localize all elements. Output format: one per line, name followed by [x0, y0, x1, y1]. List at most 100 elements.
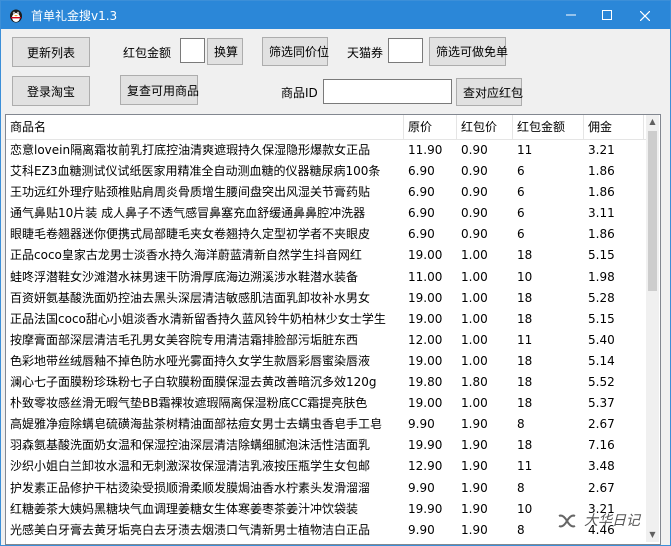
recheck-products-button[interactable]: 复查可用商品 — [120, 75, 199, 105]
cell-redpack-amount: 6 — [517, 185, 525, 200]
table-row[interactable]: 眼睫毛卷翘器迷你便携式局部睫毛夹女卷翘持久定型初学者不夹眼皮 6.90 0.90 6 1… — [6, 224, 646, 245]
close-button[interactable] — [625, 1, 665, 29]
cell-redpack-price: 1.00 — [461, 269, 488, 284]
tmall-coupon-input[interactable] — [388, 38, 423, 63]
table-row[interactable]: 光感美白牙膏去黄牙垢亮白去牙渍去烟渍口气清新男士植物洁白正品 9.90 1.90 8 4… — [6, 520, 646, 541]
column-header-redpack-price[interactable]: 红包价 — [457, 115, 513, 139]
product-id-input[interactable] — [323, 79, 452, 104]
minimize-button[interactable] — [551, 1, 591, 29]
column-header-redpack-amount[interactable]: 红包金额 — [513, 115, 584, 139]
cell-redpack-amount: 18 — [517, 375, 533, 390]
table-row[interactable]: 朴致零妆感丝滑无暇气垫BB霜裸妆遮瑕隔离保湿粉底CC霜提亮肤色 19.00 1.00… — [6, 393, 646, 414]
table-row[interactable]: 红糖姜茶大姨妈黑糖块气血调理姜糖女生体寒姜枣茶姜汁冲饮袋装 19.90 1.90 10… — [6, 499, 646, 520]
cell-commission: 1.98 — [588, 269, 615, 284]
cell-redpack-amount: 18 — [517, 311, 533, 326]
cell-product-name: 百资妍氨基酸洗面奶控油去黑头深层清洁敏感肌洁面乳卸妆补水男女 — [10, 290, 371, 305]
cell-original-price: 19.80 — [408, 375, 443, 390]
minimize-icon — [566, 14, 576, 16]
filter-same-price-button[interactable]: 筛选同价位 — [262, 37, 329, 66]
cell-product-name: 澜心七子面膜粉珍珠粉七子白软膜粉面膜保湿去黄改善暗沉多效120g — [10, 375, 377, 390]
watermark-text: 大华日记 — [584, 513, 640, 529]
table-row[interactable]: 澜心七子面膜粉珍珠粉七子白软膜粉面膜保湿去黄改善暗沉多效120g 19.80 1.8… — [6, 372, 646, 393]
cell-product-name: 高媞雅净痘除螨皂硫磺海盐茶树精油面部祛痘女男士去螨虫香皂手工皂 — [10, 417, 383, 432]
qq-penguin-icon — [10, 9, 22, 23]
table-row[interactable]: 王功远红外理疗贴颈椎贴肩周炎骨质增生腰间盘突出风湿关节膏药贴 6.90 0.90 6 1… — [6, 182, 646, 203]
cell-redpack-amount: 11 — [517, 459, 533, 474]
cell-original-price: 9.90 — [408, 480, 435, 495]
table-row[interactable]: 通气鼻贴10片装 成人鼻子不透气感冒鼻塞充血舒缓通鼻鼻腔冲洗器 6.90 0.90 6… — [6, 203, 646, 224]
cell-original-price: 6.90 — [408, 164, 435, 179]
title-bar[interactable]: 首单礼金搜v1.3 — [1, 1, 670, 29]
convert-button[interactable]: 换算 — [207, 38, 243, 65]
cell-redpack-price: 1.00 — [461, 396, 488, 411]
table-header: 商品名 原价 红包价 红包金额 佣金 — [6, 115, 646, 140]
column-header-original-price[interactable]: 原价 — [404, 115, 457, 139]
cell-original-price: 6.90 — [408, 206, 435, 221]
cell-redpack-price: 0.90 — [461, 164, 488, 179]
cell-product-name: 羽森氨基酸洗面奶女温和保湿控油深层清洁除螨细腻泡沫活性洁面乳 — [10, 438, 371, 453]
cell-redpack-price: 1.90 — [461, 501, 488, 516]
cell-product-name: 恋意lovein隔离霜妆前乳打底控油清爽遮瑕持久保湿隐形爆款女正品 — [10, 143, 371, 157]
cell-original-price: 19.00 — [408, 290, 443, 305]
lookup-redpack-button[interactable]: 查对应红包 — [456, 78, 523, 106]
redpack-amount-label: 红包金额 — [123, 46, 172, 60]
table-row[interactable]: 羽森氨基酸洗面奶女温和保湿控油深层清洁除螨细腻泡沫活性洁面乳 19.90 1.90 1… — [6, 435, 646, 456]
cell-product-name: 色彩地带丝绒唇釉不掉色防水哑光雾面持久女学生款唇彩唇蜜染唇液 — [10, 353, 371, 368]
column-header-name[interactable]: 商品名 — [6, 115, 404, 139]
cell-redpack-amount: 8 — [517, 480, 525, 495]
cell-redpack-amount: 11 — [517, 143, 533, 157]
product-id-label: 商品ID — [281, 86, 318, 100]
cell-redpack-amount: 6 — [517, 206, 525, 221]
cell-product-name: 沙织小姐白兰卸妆水温和无刺激深妆保湿清洁乳液按压瓶学生女包邮 — [10, 459, 371, 474]
table-row[interactable]: 护发素正品修护干枯烫染受损顺滑柔顺发膜焗油香水柠素头发滑溜溜 9.90 1.90 8 2… — [6, 478, 646, 499]
cell-commission: 5.14 — [588, 353, 615, 368]
cell-commission: 3.11 — [588, 206, 615, 221]
cell-redpack-amount: 6 — [517, 164, 525, 179]
cell-redpack-amount: 10 — [517, 269, 533, 284]
cell-commission: 5.15 — [588, 248, 615, 263]
maximize-icon — [602, 10, 612, 20]
cell-redpack-amount: 18 — [517, 438, 533, 453]
cell-original-price: 19.00 — [408, 311, 443, 326]
cell-redpack-price: 0.90 — [461, 206, 488, 221]
app-window: 首单礼金搜v1.3 更新列表 红包金额 换算 筛选同价位 天猫券 筛选可做免单 … — [0, 0, 671, 546]
login-taobao-button[interactable]: 登录淘宝 — [12, 76, 90, 106]
cell-original-price: 19.90 — [408, 501, 443, 516]
table-row[interactable]: 蛙咚浮潜鞋女沙滩潜水袜男速干防滑厚底海边溯溪涉水鞋潜水装备 11.00 1.00 10… — [6, 267, 646, 288]
cell-redpack-amount: 18 — [517, 353, 533, 368]
cell-original-price: 6.90 — [408, 185, 435, 200]
cell-original-price: 11.90 — [408, 143, 443, 157]
table-row[interactable]: 恋意lovein隔离霜妆前乳打底控油清爽遮瑕持久保湿隐形爆款女正品 11.90 0.… — [6, 140, 646, 161]
window-title: 首单礼金搜v1.3 — [31, 9, 118, 23]
refresh-list-button[interactable]: 更新列表 — [12, 37, 90, 67]
table-row[interactable]: 色彩地带丝绒唇釉不掉色防水哑光雾面持久女学生款唇彩唇蜜染唇液 19.00 1.00 1… — [6, 351, 646, 372]
cell-redpack-price: 1.00 — [461, 248, 488, 263]
cell-commission: 5.28 — [588, 290, 615, 305]
cell-commission: 1.86 — [588, 185, 615, 200]
vertical-scrollbar[interactable]: ▲ ▼ — [646, 115, 659, 542]
cell-product-name: 艾科EZ3血糖测试仪试纸医家用精准全自动测血糖的仪器糖尿病100条 — [10, 164, 381, 179]
cell-product-name: 正品coco皇家古龙男士淡香水持久海洋蔚蓝清新自然学生抖音网红 — [10, 248, 362, 263]
table-row[interactable]: 正品coco皇家古龙男士淡香水持久海洋蔚蓝清新自然学生抖音网红 19.00 1.00… — [6, 245, 646, 266]
scroll-up-arrow-icon[interactable]: ▲ — [646, 115, 659, 129]
cell-original-price: 19.00 — [408, 353, 443, 368]
table-row[interactable]: 按摩膏面部深层清洁毛孔男女美容院专用清洁霜排脸部污垢脏东西 12.00 1.00 11… — [6, 330, 646, 351]
cell-commission: 1.86 — [588, 164, 615, 179]
table-row[interactable]: 正品法国coco甜心小姐淡香水清新留香持久蓝风铃牛奶柏林少女士学生 19.00 1.… — [6, 309, 646, 330]
cell-original-price: 19.00 — [408, 248, 443, 263]
filter-free-order-button[interactable]: 筛选可做免单 — [429, 37, 508, 66]
redpack-amount-input[interactable] — [180, 38, 205, 63]
product-table[interactable]: 商品名 原价 红包价 红包金额 佣金 恋意lovein隔离霜妆前乳打底控油清爽遮… — [5, 114, 661, 545]
cell-commission: 7.16 — [588, 438, 615, 453]
table-row[interactable]: 沙织小姐白兰卸妆水温和无刺激深妆保湿清洁乳液按压瓶学生女包邮 12.90 1.90 1… — [6, 456, 646, 477]
table-row[interactable]: 艾科EZ3血糖测试仪试纸医家用精准全自动测血糖的仪器糖尿病100条 6.90 0.9… — [6, 161, 646, 182]
cell-redpack-amount: 11 — [517, 332, 533, 347]
table-row[interactable]: 百资妍氨基酸洗面奶控油去黑头深层清洁敏感肌洁面乳卸妆补水男女 19.00 1.00 1… — [6, 288, 646, 309]
scrollbar-thumb[interactable] — [648, 131, 657, 291]
cell-commission: 1.86 — [588, 227, 615, 242]
cell-commission: 3.21 — [588, 143, 615, 157]
maximize-button[interactable] — [587, 1, 627, 29]
table-row[interactable]: 高媞雅净痘除螨皂硫磺海盐茶树精油面部祛痘女男士去螨虫香皂手工皂 9.90 1.90 8… — [6, 414, 646, 435]
column-header-commission[interactable]: 佣金 — [584, 115, 644, 139]
cell-redpack-price: 1.00 — [461, 353, 488, 368]
